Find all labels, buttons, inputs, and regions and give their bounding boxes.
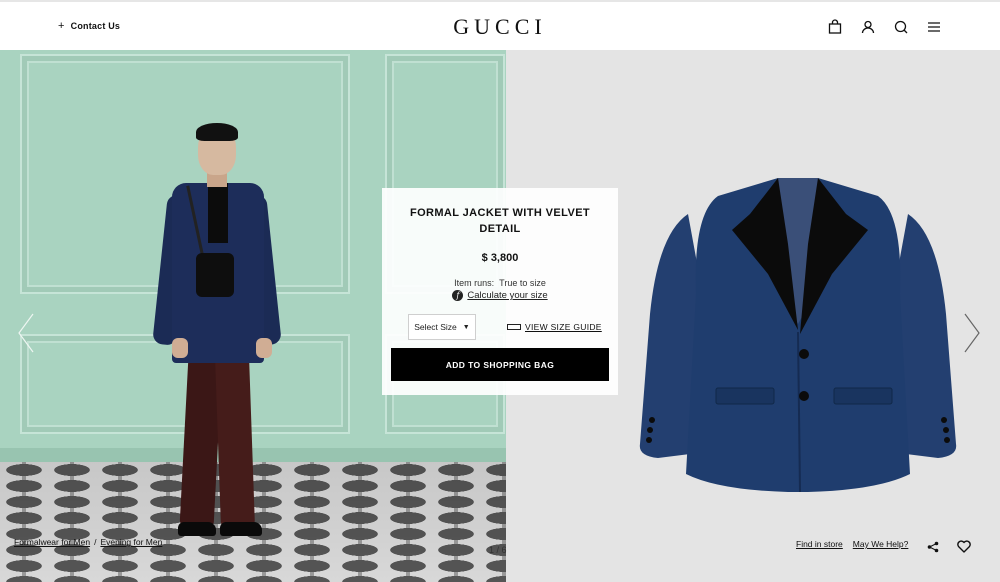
header-icons (827, 19, 942, 35)
calculate-size-link[interactable]: Calculate your size (467, 290, 547, 301)
share-icon[interactable] (927, 541, 939, 553)
model-leg (215, 356, 255, 528)
ruler-icon (507, 324, 521, 330)
fit-calculator-icon: f (452, 290, 464, 301)
jacket-image (628, 174, 968, 494)
breadcrumb-evening[interactable]: Evening for Men (100, 537, 162, 547)
model-hand (172, 338, 188, 358)
product-info-card: FORMAL JACKET WITH VELVET DETAIL $ 3,800… (382, 188, 618, 395)
site-header: + Contact Us GUCCI (0, 0, 1000, 50)
next-image-arrow-icon[interactable] (962, 312, 982, 354)
model-hair (196, 123, 238, 141)
product-price: $ 3,800 (481, 252, 519, 264)
wishlist-heart-icon[interactable] (957, 540, 971, 553)
shopping-bag-icon[interactable] (827, 19, 843, 35)
size-select-dropdown[interactable]: Select Size ▼ (408, 314, 476, 340)
size-guide-label: VIEW SIZE GUIDE (525, 322, 602, 332)
menu-icon[interactable] (926, 19, 942, 35)
breadcrumb: Formalwear for Men / Evening for Men (14, 537, 162, 547)
fit-value: True to size (499, 278, 546, 288)
account-icon[interactable] (860, 19, 876, 35)
previous-image-arrow-icon[interactable] (16, 312, 36, 354)
footer-links: Find in store May We Help? (796, 539, 908, 549)
model-shirt (208, 183, 228, 243)
model-hand (256, 338, 272, 358)
calculate-size[interactable]: f Calculate your size (382, 290, 618, 301)
size-guide-link[interactable]: VIEW SIZE GUIDE (507, 322, 602, 332)
product-title: FORMAL JACKET WITH VELVET DETAIL (409, 207, 591, 235)
breadcrumb-formalwear[interactable]: Formalwear for Men (14, 537, 90, 547)
fit-info: Item runs: True to size (382, 278, 618, 288)
find-in-store-link[interactable]: Find in store (796, 539, 843, 549)
chevron-down-icon: ▼ (462, 323, 470, 331)
model-shoe (220, 522, 262, 536)
search-icon[interactable] (893, 19, 909, 35)
size-select-label: Select Size (414, 322, 457, 332)
add-to-bag-button[interactable]: ADD TO SHOPPING BAG (391, 348, 609, 381)
model-figure (150, 123, 282, 545)
fit-label: Item runs: (454, 278, 495, 288)
may-we-help-link[interactable]: May We Help? (853, 539, 909, 549)
model-shoe (178, 522, 216, 536)
image-pager: 1 / 6 (489, 545, 507, 555)
model-bag (196, 253, 234, 297)
breadcrumb-separator: / (94, 537, 97, 547)
